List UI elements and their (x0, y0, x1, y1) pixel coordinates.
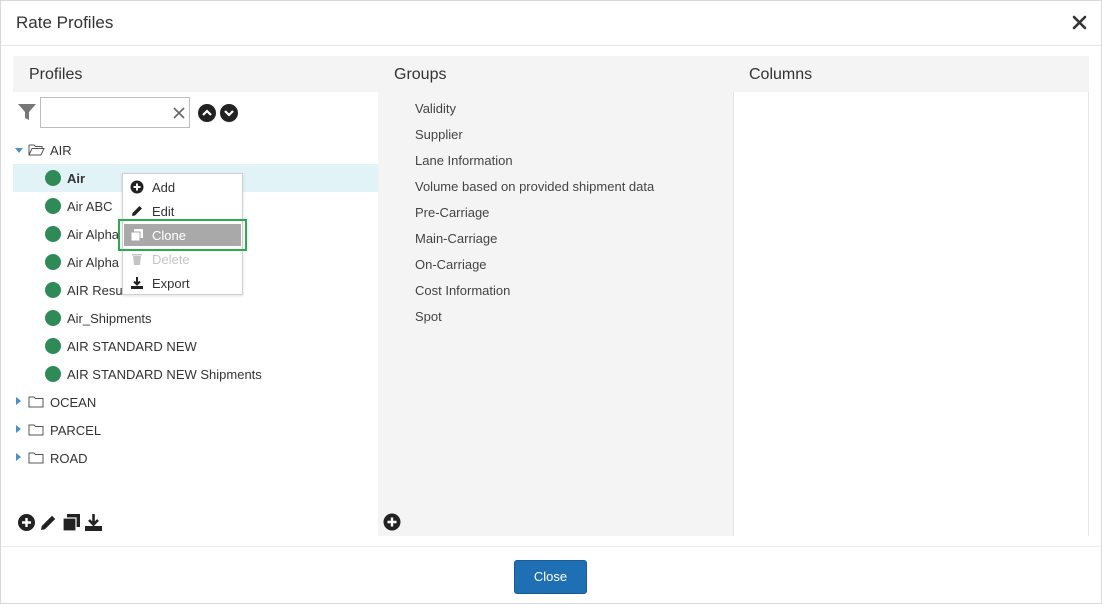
status-dot (45, 198, 61, 214)
group-item[interactable]: Spot (415, 309, 442, 324)
context-item-label: Export (152, 276, 190, 291)
status-dot (45, 338, 61, 354)
group-item[interactable]: Lane Information (415, 153, 513, 168)
folder-icon (28, 396, 44, 408)
context-item-label: Clone (152, 228, 186, 243)
tree-folder-label: ROAD (50, 451, 88, 466)
tree-folder-parcel[interactable]: PARCEL (13, 416, 378, 444)
tree-item[interactable]: AIR STANDARD NEW Shipments (13, 360, 378, 388)
tree-folder-ocean[interactable]: OCEAN (13, 388, 378, 416)
rate-profiles-dialog: Rate Profiles Profiles Groups Columns AI… (0, 0, 1102, 604)
columns-header: Columns (733, 56, 1089, 92)
pencil-icon (132, 206, 142, 216)
context-item-label: Edit (152, 204, 175, 219)
collapse-all-button[interactable] (220, 104, 238, 122)
tree-item[interactable]: Air_Shipments (13, 304, 378, 332)
context-menu: Add Edit Clone Delete Export (122, 173, 243, 295)
folder-icon (28, 424, 44, 436)
context-item-label: Delete (152, 252, 190, 267)
tree-item[interactable]: AIR STANDARD NEW (13, 332, 378, 360)
clone-profile-button[interactable] (62, 513, 81, 532)
groups-header: Groups (378, 56, 733, 92)
tree-folder-label: PARCEL (50, 423, 102, 438)
caret-right-icon[interactable] (16, 425, 21, 433)
tree-folder-label: OCEAN (50, 395, 97, 410)
dialog-header: Rate Profiles (1, 1, 1101, 46)
groups-panel: Validity Supplier Lane Information Volum… (378, 92, 733, 536)
download-icon (131, 277, 143, 289)
chevron-down-icon (224, 110, 234, 117)
group-item[interactable]: Cost Information (415, 283, 510, 298)
tree-item-label: Air ABC (67, 199, 113, 214)
group-item[interactable]: On-Carriage (415, 257, 487, 272)
plus-circle-icon (130, 180, 144, 194)
context-item-label: Add (152, 180, 176, 195)
tree-item-label: AIR Resul (67, 283, 126, 298)
clear-filter-icon[interactable] (173, 107, 185, 119)
tree-item-label: AIR STANDARD NEW Shipments (67, 367, 262, 382)
caret-right-icon[interactable] (16, 397, 21, 405)
tree-item-label: Air (67, 171, 86, 186)
close-icon[interactable] (1071, 12, 1089, 32)
status-dot (45, 226, 61, 242)
edit-profile-button[interactable] (39, 513, 58, 532)
columns-panel (733, 92, 1089, 536)
status-dot (45, 254, 61, 270)
tree-folder-road[interactable]: ROAD (13, 444, 378, 472)
group-item[interactable]: Validity (415, 101, 456, 116)
context-edit-item[interactable]: Edit (124, 200, 241, 222)
status-dot (45, 170, 61, 186)
tree-item-label: Air Alpha (67, 255, 120, 270)
dialog-title: Rate Profiles (16, 13, 114, 32)
footer-divider (1, 546, 1101, 547)
folder-open-icon (28, 144, 45, 156)
tree-item-label: Air_Shipments (67, 311, 152, 326)
status-dot (45, 366, 61, 382)
context-clone-item[interactable]: Clone (124, 224, 241, 246)
add-group-button[interactable] (383, 513, 401, 531)
close-button[interactable]: Close (514, 560, 587, 594)
tree-folder-air[interactable]: AIR (13, 136, 378, 164)
status-dot (45, 282, 61, 298)
context-add-item[interactable]: Add (124, 176, 241, 198)
add-profile-button[interactable] (17, 513, 36, 532)
clone-icon (130, 229, 143, 242)
group-item[interactable]: Volume based on provided shipment data (415, 179, 654, 194)
group-item[interactable]: Supplier (415, 127, 463, 142)
trash-icon (132, 254, 142, 265)
caret-right-icon[interactable] (16, 453, 21, 461)
caret-down-icon[interactable] (15, 148, 23, 153)
tree-item-label: Air Alpha (67, 227, 120, 242)
profiles-panel: AIR Air Air ABC Air Alpha Air Alpha AIR … (13, 92, 378, 536)
profile-filter-input[interactable] (40, 97, 190, 128)
folder-icon (28, 452, 44, 464)
tree-item-label: AIR STANDARD NEW (67, 339, 197, 354)
profiles-header: Profiles (13, 56, 378, 92)
status-dot (45, 310, 61, 326)
context-delete-item: Delete (124, 248, 241, 270)
group-item[interactable]: Pre-Carriage (415, 205, 489, 220)
export-profile-button[interactable] (84, 513, 103, 532)
filter-icon (18, 104, 36, 120)
context-export-item[interactable]: Export (124, 272, 241, 294)
tree-folder-label: AIR (50, 143, 72, 158)
expand-all-button[interactable] (198, 104, 216, 122)
group-item[interactable]: Main-Carriage (415, 231, 497, 246)
rate-profiles-panels: Profiles Groups Columns AIR Air Air ABC … (13, 56, 1089, 536)
chevron-up-icon (202, 109, 212, 116)
